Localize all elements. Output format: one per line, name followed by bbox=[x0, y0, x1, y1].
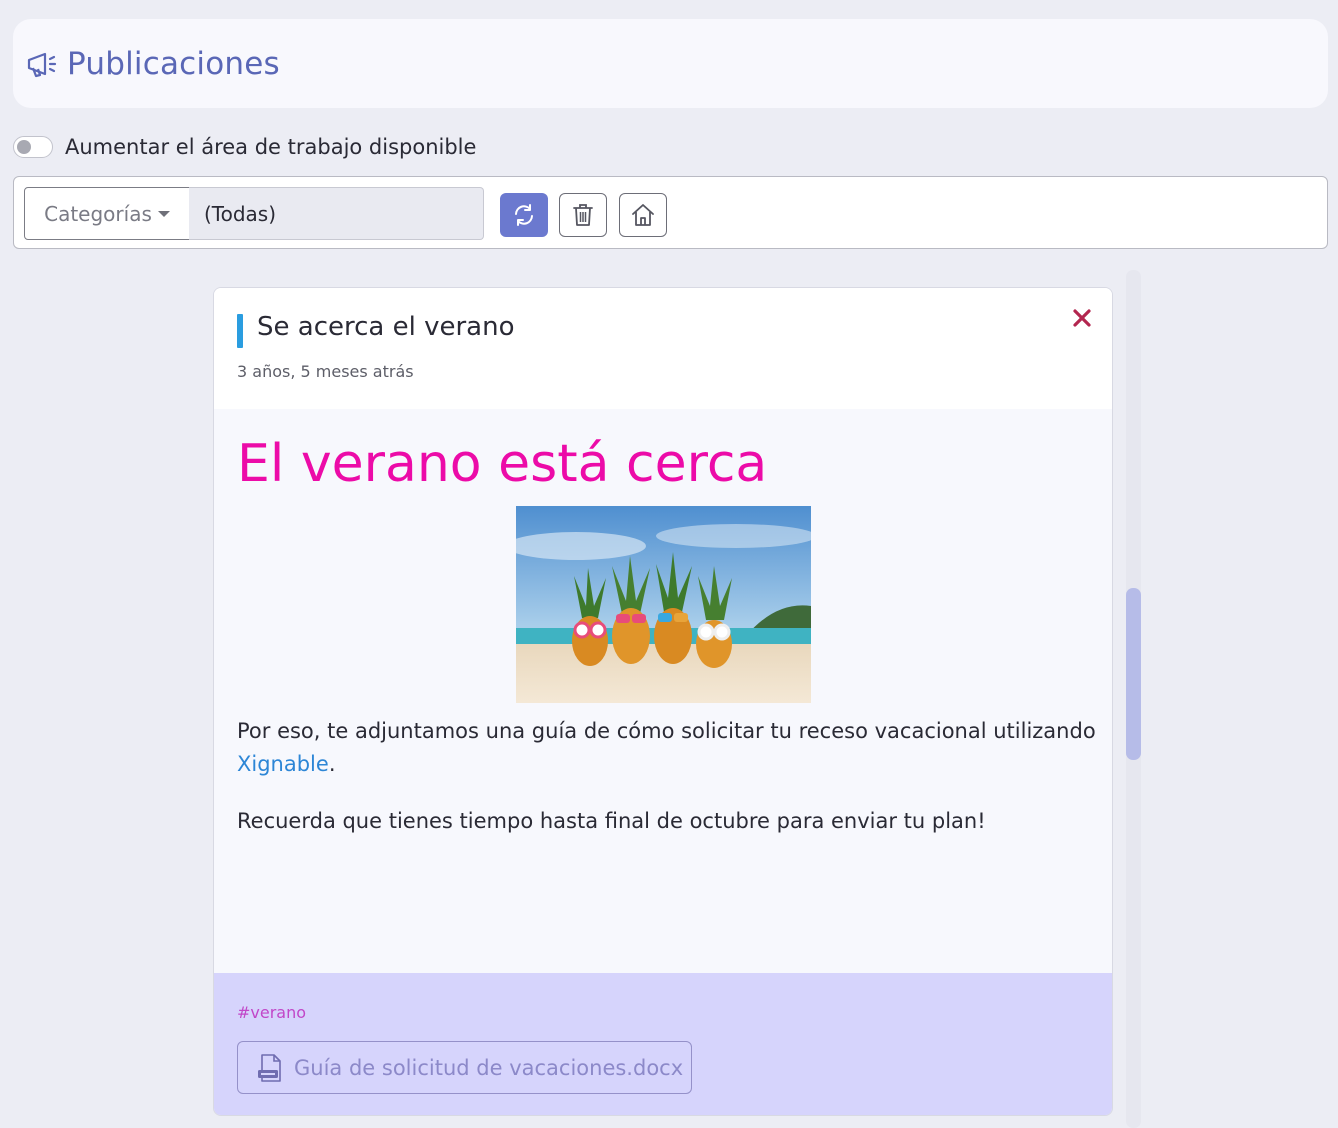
close-icon[interactable] bbox=[1070, 306, 1094, 330]
refresh-icon bbox=[515, 204, 533, 226]
post-card: Se acerca el verano 3 años, 5 meses atrá… bbox=[213, 287, 1113, 1116]
post-header: Se acerca el verano 3 años, 5 meses atrá… bbox=[214, 288, 1112, 409]
categories-value-field[interactable]: (Todas) bbox=[189, 187, 484, 240]
post-title: Se acerca el verano bbox=[257, 312, 515, 342]
toggle-knob bbox=[17, 140, 31, 154]
trash-icon bbox=[573, 204, 593, 226]
paragraph-1-text: Por eso, te adjuntamos una guía de cómo … bbox=[237, 719, 1096, 743]
caret-down-icon bbox=[157, 210, 170, 217]
refresh-button[interactable] bbox=[500, 193, 548, 237]
post-date: 3 años, 5 meses atrás bbox=[237, 362, 414, 381]
post-paragraph-2: Recuerda que tienes tiempo hasta final d… bbox=[237, 809, 986, 833]
workspace-toggle-label[interactable]: Aumentar el área de trabajo disponible bbox=[65, 135, 476, 159]
page-header: Publicaciones bbox=[13, 19, 1328, 108]
workspace-toggle-row: Aumentar el área de trabajo disponible bbox=[13, 132, 476, 162]
post-heading: El verano está cerca bbox=[237, 434, 768, 494]
categories-dropdown-button[interactable]: Categorías bbox=[24, 187, 190, 240]
categories-label: Categorías bbox=[44, 201, 152, 226]
delete-button[interactable] bbox=[559, 193, 607, 237]
attachment-button[interactable]: Guía de solicitud de vacaciones.docx bbox=[237, 1041, 692, 1094]
page-title: Publicaciones bbox=[67, 45, 280, 82]
post-footer: #verano Guía de solicitud de vacaciones.… bbox=[214, 973, 1112, 1115]
megaphone-icon bbox=[27, 52, 57, 77]
xignable-link[interactable]: Xignable bbox=[237, 752, 329, 776]
post-tag[interactable]: #verano bbox=[237, 1003, 306, 1022]
scrollbar-track[interactable] bbox=[1126, 270, 1141, 1128]
post-paragraph-1: Por eso, te adjuntamos una guía de cómo … bbox=[237, 715, 1097, 781]
filter-toolbar: Categorías (Todas) bbox=[13, 176, 1328, 249]
docx-file-icon bbox=[258, 1053, 281, 1082]
pineapples-beach-image bbox=[516, 506, 811, 703]
home-button[interactable] bbox=[619, 193, 667, 237]
attachment-filename: Guía de solicitud de vacaciones.docx bbox=[294, 1055, 684, 1080]
workspace-toggle-switch[interactable] bbox=[13, 136, 53, 158]
post-accent-bar bbox=[237, 314, 243, 348]
scrollbar-thumb[interactable] bbox=[1126, 588, 1141, 760]
paragraph-1-end: . bbox=[328, 752, 336, 776]
home-icon bbox=[632, 204, 654, 226]
post-body: El verano está cerca Por eso, te adjunta… bbox=[237, 433, 1097, 833]
